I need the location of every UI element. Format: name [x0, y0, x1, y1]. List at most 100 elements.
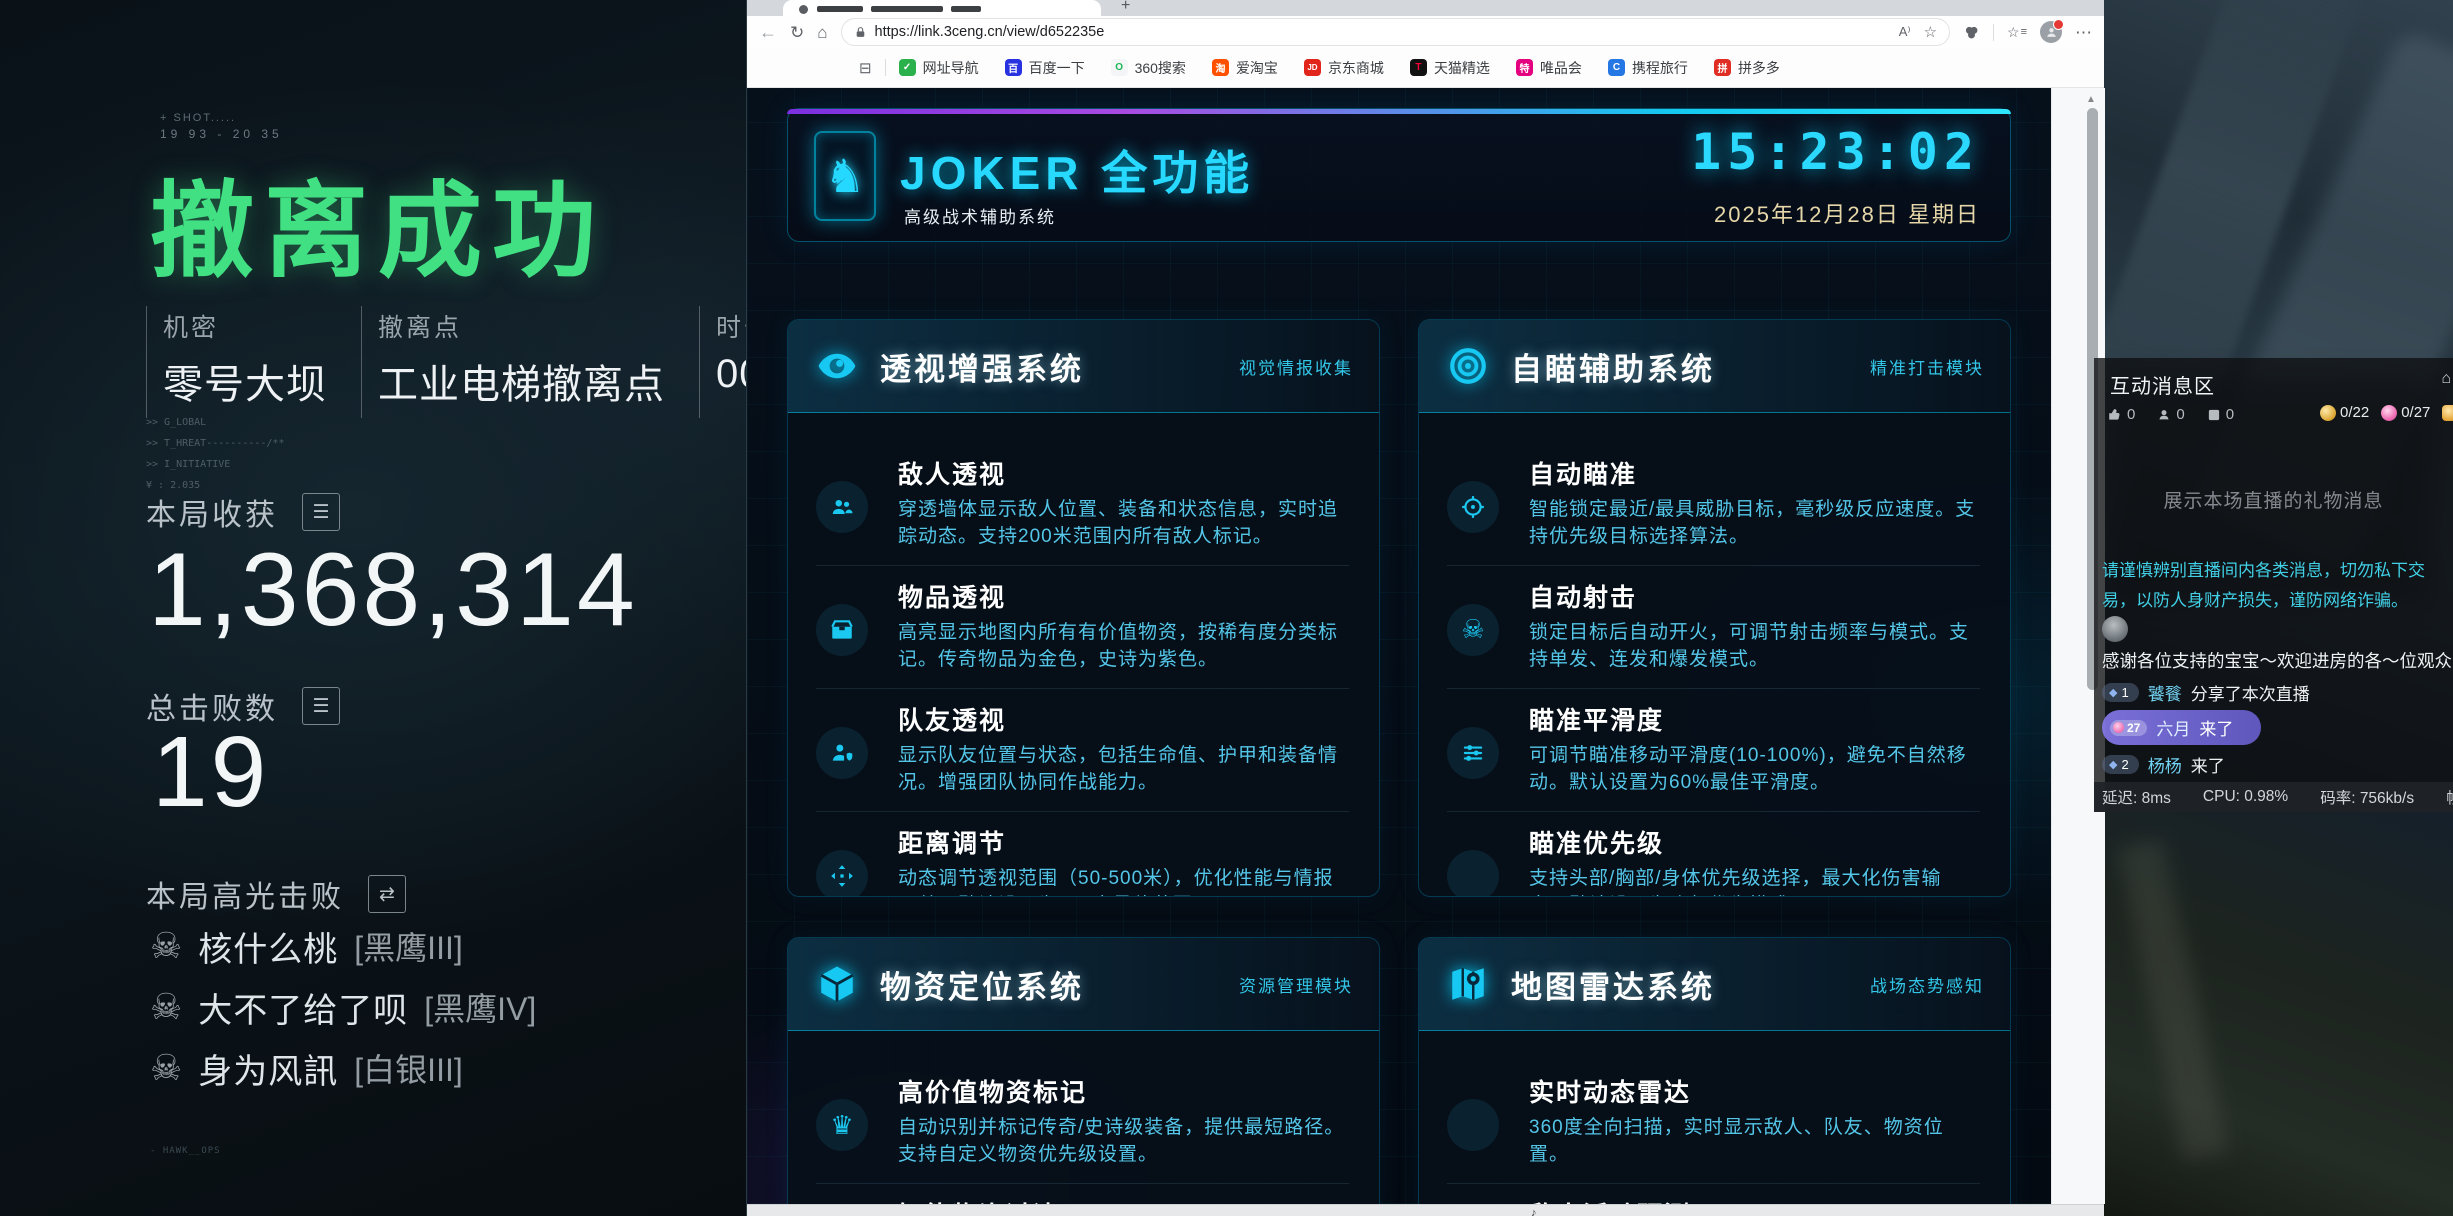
chat-message: ◆2 杨杨 来了 [2102, 752, 2225, 777]
feature-title: 瞄准平滑度 [1529, 701, 1980, 737]
browser-window: + ← ↻ ⌂ https://link.3ceng.cn/view/d6522… [746, 0, 2104, 1216]
target-icon [1445, 343, 1491, 389]
card-tag: 战场态势感知 [1870, 972, 1984, 997]
profile-avatar[interactable] [2040, 21, 2062, 43]
chat-text: 来了 [2199, 715, 2233, 740]
feature-row: 敌人透视 穿透墙体显示敌人位置、装备和状态信息，实时追踪动态。支持200米范围内… [816, 443, 1349, 566]
gift-counter: 0/22 [2320, 404, 2369, 421]
bookmark-item[interactable]: T天猫精选 [1410, 58, 1490, 78]
tab-title-clipped [817, 6, 863, 12]
feature-row: 敌人活动预测 基于AI算法预测敌人移动路线与可能伏击点。学习敌人行为模 [1447, 1184, 1980, 1204]
list-icon: ☰ [312, 695, 329, 718]
kills-value: 19 [152, 722, 269, 822]
tab-favicon [799, 5, 808, 14]
feature-desc: 360度全向扫描，实时显示敌人、队友、物资位置。 [1529, 1115, 1980, 1169]
bookmark-item[interactable]: JD京东商城 [1304, 58, 1384, 78]
feature-row: 物品透视 高亮显示地图内所有有价值物资，按稀有度分类标记。传奇物品为金色，史诗为… [816, 566, 1349, 689]
feature-title: 敌人活动预测 [1529, 1196, 1980, 1204]
highlight-section-header: 本局高光击败 ⇄ [146, 872, 406, 916]
like-counter: 0 [2108, 406, 2135, 423]
notification-dot [2053, 19, 2064, 30]
crosshair-icon [1447, 481, 1499, 533]
bookmark-favicon: 拼 [1714, 59, 1731, 76]
kill-name: 身为风訊 [198, 1044, 338, 1093]
extensions-icon[interactable] [1963, 24, 1980, 41]
map-icon [1445, 961, 1491, 1007]
feature-title: 智能物资过滤 [898, 1196, 1060, 1204]
feature-title: 队友透视 [898, 701, 1349, 737]
info-value: 工业电梯撤离点 [378, 352, 665, 410]
sliders-icon [1447, 727, 1499, 779]
sidebar-toggle-icon[interactable]: ⊟ [859, 59, 872, 77]
bookmark-item[interactable]: 拼拼多多 [1714, 58, 1780, 78]
loot-value: 1,368,314 [148, 538, 638, 642]
home-button[interactable]: ⌂ [817, 24, 827, 41]
thumb-up-icon [2108, 408, 2122, 422]
entry-notification-pill: 27 六月 来了 [2102, 710, 2261, 745]
bookmark-item[interactable]: ✓网址导航 [899, 58, 979, 78]
bookmark-favicon: 百 [1005, 59, 1022, 76]
feature-title: 距离调节 [898, 824, 1349, 860]
kill-name: 大不了给了呗 [198, 983, 408, 1032]
skull-icon: ☠ [150, 989, 182, 1025]
feature-row: 瞄准平滑度 可调节瞄准移动平滑度(10-100%)，避免不自然移动。默认设置为6… [1447, 689, 1980, 812]
ally-shield-icon [816, 727, 868, 779]
bookmark-item[interactable]: 百百度一下 [1005, 58, 1085, 78]
page-container: ♞ JOKER 全功能 高级战术辅助系统 15:23:02 2025年12月28… [787, 108, 2011, 1204]
scroll-up-icon[interactable]: ▲ [2086, 94, 2096, 105]
swap-icon: ⇄ [379, 883, 395, 906]
anti-scam-notice: 请谨慎辨别直播间内各类消息，切勿私下交易，以防人身财产损失，谨防网络诈骗。 [2102, 556, 2451, 616]
bookmark-item[interactable]: 特唯品会 [1516, 58, 1582, 78]
deco-text: 19 93 - 20 35 [160, 127, 283, 141]
browser-toolbar: ← ↻ ⌂ https://link.3ceng.cn/view/d652235… [747, 16, 2104, 48]
bookmark-item[interactable]: C携程旅行 [1608, 58, 1688, 78]
beer-gift-icon [2442, 405, 2453, 421]
knight-logo-icon: ♞ [814, 131, 876, 221]
feature-title: 实时动态雷达 [1529, 1073, 1980, 1109]
loot-label: 本局收获 [146, 490, 278, 534]
favorites-list-icon[interactable]: ☆≡ [2007, 24, 2027, 41]
gold-gift-icon [2320, 405, 2336, 421]
reload-button[interactable]: ↻ [790, 24, 804, 41]
info-label: 机密 [163, 308, 327, 344]
bookmark-item[interactable]: 淘爱淘宝 [1212, 58, 1278, 78]
stream-chat-panel: 互动消息区 ⌂ 0 0 0 0/22 0/27 0/ 展示本场直播的礼物消息 请… [2094, 358, 2453, 812]
browser-tab[interactable] [783, 0, 1101, 16]
feature-card-radar: 地图雷达系统 战场态势感知 实时动态雷达 360度全向扫描，实时显示敌人、队友、… [1418, 937, 2011, 1204]
kill-name: 核什么桃 [198, 922, 338, 971]
bookmark-item[interactable]: O360搜索 [1111, 58, 1186, 78]
favorite-star-icon[interactable]: ☆ [1924, 23, 1937, 41]
highlight-kill-list: ☠ 核什么桃 [黑鹰III] ☠ 大不了给了呗 [黑鹰IV] ☠ 身为风訊 [白… [150, 924, 536, 1107]
back-button[interactable]: ← [759, 23, 777, 41]
range-arrows-icon [816, 850, 868, 897]
feature-title: 高价值物资标记 [898, 1073, 1349, 1109]
date-text: 2025年12月28日 星期日 [1714, 197, 1980, 229]
read-aloud-icon[interactable]: A⁾ [1899, 24, 1911, 40]
viewer-counter: 0 [2157, 406, 2184, 423]
toolbar-divider [1993, 24, 1994, 41]
chat-username: 六月 [2156, 715, 2190, 740]
eye-icon [814, 343, 860, 389]
list-item: ☠ 大不了给了呗 [黑鹰IV] [150, 985, 536, 1029]
card-title: 自瞄辅助系统 [1511, 344, 1715, 389]
highlight-swap-button[interactable]: ⇄ [368, 875, 406, 913]
kills-list-button[interactable]: ☰ [302, 687, 340, 725]
panel-counters: 0 0 0 [2108, 406, 2234, 423]
card-header: 地图雷达系统 战场态势感知 [1419, 938, 2010, 1031]
bookmark-favicon: 淘 [1212, 59, 1229, 76]
new-tab-button[interactable]: + [1121, 0, 1130, 15]
level-badge: ◆1 [2102, 683, 2139, 702]
skull-icon: ☠ [150, 928, 182, 964]
address-bar[interactable]: https://link.3ceng.cn/view/d652235e A⁾ ☆ [841, 18, 1950, 46]
music-note-icon: ♪ [1531, 1207, 1537, 1216]
loot-list-button[interactable]: ☰ [302, 493, 340, 531]
brand-subtitle: 高级战术辅助系统 [904, 203, 1056, 228]
bookmark-favicon: 特 [1516, 59, 1533, 76]
panel-home-icon[interactable]: ⌂ [2441, 370, 2451, 388]
panel-title: 互动消息区 [2110, 370, 2215, 399]
bitrate-stat: 码率: 756kb/s [2320, 786, 2414, 808]
feature-title: 自动瞄准 [1529, 455, 1980, 491]
bookmarks-divider [885, 59, 886, 76]
card-header: 透视增强系统 视觉情报收集 [788, 320, 1379, 413]
menu-dots-icon[interactable]: ⋯ [2075, 24, 2092, 41]
